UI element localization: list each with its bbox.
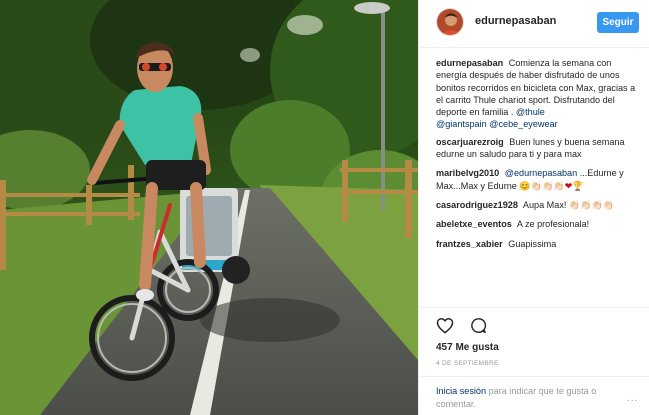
comment-list: edurnepasaban Comienza la semana con ene… [436, 57, 642, 257]
follow-button[interactable]: Seguir [597, 12, 639, 33]
mention-link[interactable]: @giantspain [436, 119, 487, 129]
comment-username[interactable]: abeletxe_eventos [436, 219, 512, 229]
comment-text: Aupa Max! 👏🏻👏🏻👏🏻👏🏻 [522, 199, 615, 210]
comment-username[interactable]: casarodriguez1928 [436, 200, 518, 210]
login-prompt: Inicia sesión para indicar que te gusta … [419, 376, 649, 415]
comment-text: A ze profesionala! [516, 219, 590, 230]
comment-item: frantzes_xabier Guapissima [436, 238, 642, 250]
login-link[interactable]: Inicia sesión [436, 386, 486, 396]
post-header: edurnepasaban Seguir [419, 0, 649, 48]
comment-emoji: 😊👏🏻👏🏻👏🏻 [519, 180, 565, 191]
post-side-panel: edurnepasaban Seguir edurnepasaban Comie… [418, 0, 649, 415]
cyclist-photo-illustration [0, 0, 418, 415]
comment-bubble-icon[interactable] [470, 317, 487, 339]
login-prompt-text: Inicia sesión para indicar que te gusta … [436, 385, 626, 410]
comment-item: maribelvg2010 @edurnepasaban ...Edurne y… [436, 167, 642, 192]
comment-item: abeletxe_eventos A ze profesionala! [436, 218, 642, 230]
comment-username[interactable]: edurnepasaban [436, 58, 503, 68]
post-photo[interactable] [0, 0, 418, 415]
more-options-icon[interactable]: ... [627, 393, 638, 404]
comment-text: Guapissima [508, 238, 557, 249]
mention-link[interactable]: @edurnepasaban [505, 168, 577, 178]
comment-item: oscarjuarezroig Buen lunes y buena seman… [436, 136, 642, 161]
post-actions: 457 Me gusta 4 DE SEPTIEMBRE Inicia sesi… [419, 307, 649, 415]
comment-item: casarodriguez1928 Aupa Max! 👏🏻👏🏻👏🏻👏🏻 [436, 199, 642, 211]
mention-link[interactable]: @cebe_eyewear [489, 119, 557, 129]
trophy-emoji: 🏆 [572, 180, 584, 191]
like-count[interactable]: 457 Me gusta [436, 342, 499, 353]
post-username[interactable]: edurnepasaban [475, 15, 556, 27]
heart-outline-icon[interactable] [436, 317, 454, 339]
action-icons [436, 317, 499, 337]
mention-link[interactable]: @thule [516, 107, 545, 117]
comment-username[interactable]: maribelvg2010 [436, 168, 499, 178]
caption-comment: edurnepasaban Comienza la semana con ene… [436, 57, 642, 131]
comment-username[interactable]: frantzes_xabier [436, 239, 503, 249]
profile-photo-avatar-icon [437, 9, 463, 35]
post-date[interactable]: 4 DE SEPTIEMBRE [436, 360, 499, 367]
avatar[interactable] [436, 8, 464, 36]
comment-username[interactable]: oscarjuarezroig [436, 137, 504, 147]
